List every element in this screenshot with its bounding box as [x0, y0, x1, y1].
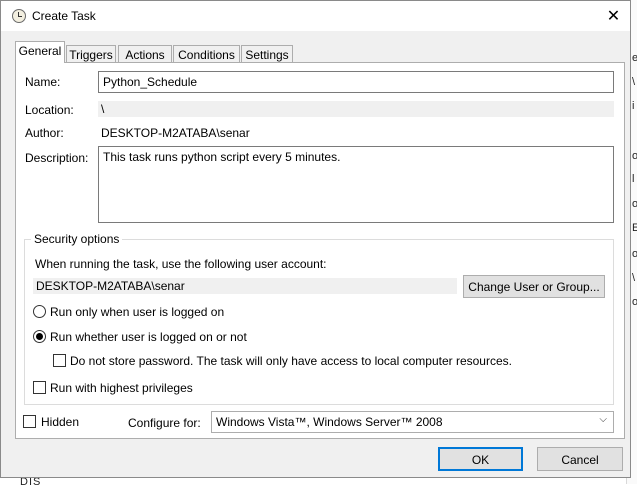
change-user-button[interactable]: Change User or Group... [463, 275, 605, 298]
background-text-fragment: e [632, 52, 637, 64]
general-tab-panel: Name: Python_Schedule Location: \ Author… [15, 62, 625, 439]
run-when-logged-on-label[interactable]: Run only when user is logged on [50, 305, 224, 319]
highest-privileges-checkbox[interactable] [33, 381, 46, 394]
background-text-fragment: o [632, 198, 637, 210]
window-title: Create Task [32, 9, 96, 23]
background-text-fragment: i [632, 100, 635, 112]
background-text-fragment: E [632, 222, 637, 234]
highest-privileges-label[interactable]: Run with highest privileges [50, 381, 193, 395]
location-label: Location: [25, 103, 74, 117]
cancel-button[interactable]: Cancel [537, 447, 623, 471]
tab-conditions[interactable]: Conditions [173, 45, 240, 63]
configure-for-selected-value: Windows Vista™, Windows Server™ 2008 [216, 415, 443, 429]
background-text-fragment: \ [632, 272, 636, 284]
ok-button[interactable]: OK [438, 447, 523, 471]
location-value: \ [98, 101, 614, 117]
background-text-fragment: o [632, 248, 637, 260]
hidden-label[interactable]: Hidden [41, 415, 79, 429]
description-label: Description: [25, 151, 89, 165]
run-when-logged-on-radio[interactable] [33, 305, 46, 318]
name-label: Name: [25, 75, 61, 89]
run-whether-logged-on-radio[interactable] [33, 330, 46, 343]
security-options-group: Security options When running the task, … [24, 232, 614, 405]
tab-general[interactable]: General [15, 41, 65, 63]
hidden-checkbox[interactable] [23, 415, 36, 428]
configure-for-label: Configure for: [128, 416, 201, 430]
author-label: Author: [25, 126, 64, 140]
security-options-legend: Security options [31, 232, 123, 246]
task-scheduler-clock-icon [12, 9, 26, 23]
close-icon: ✕ [606, 8, 621, 25]
tab-actions[interactable]: Actions [118, 45, 172, 63]
create-task-dialog: Create Task ✕ General Triggers Actions C… [0, 0, 631, 478]
background-text-fragment: o [632, 296, 637, 308]
close-button[interactable]: ✕ [597, 1, 630, 31]
user-account-value: DESKTOP-M2ATABA\senar [33, 278, 457, 294]
user-account-prompt: When running the task, use the following… [35, 257, 327, 271]
tab-triggers[interactable]: Triggers [66, 45, 116, 63]
background-text-fragment: \ [632, 76, 636, 88]
tab-settings[interactable]: Settings [241, 45, 293, 63]
background-text-fragment: o [632, 150, 637, 162]
title-bar[interactable]: Create Task ✕ [1, 1, 630, 31]
description-field[interactable]: This task runs python script every 5 min… [98, 146, 614, 223]
configure-for-dropdown[interactable]: Windows Vista™, Windows Server™ 2008 ⌵ [211, 411, 614, 433]
do-not-store-password-checkbox[interactable] [53, 354, 66, 367]
do-not-store-password-label[interactable]: Do not store password. The task will onl… [70, 354, 512, 368]
background-text-fragment: l [632, 173, 635, 185]
run-whether-logged-on-label[interactable]: Run whether user is logged on or not [50, 330, 247, 344]
chevron-down-icon: ⌵ [599, 414, 607, 425]
author-value: DESKTOP-M2ATABA\senar [101, 126, 250, 140]
name-field[interactable]: Python_Schedule [98, 71, 614, 93]
